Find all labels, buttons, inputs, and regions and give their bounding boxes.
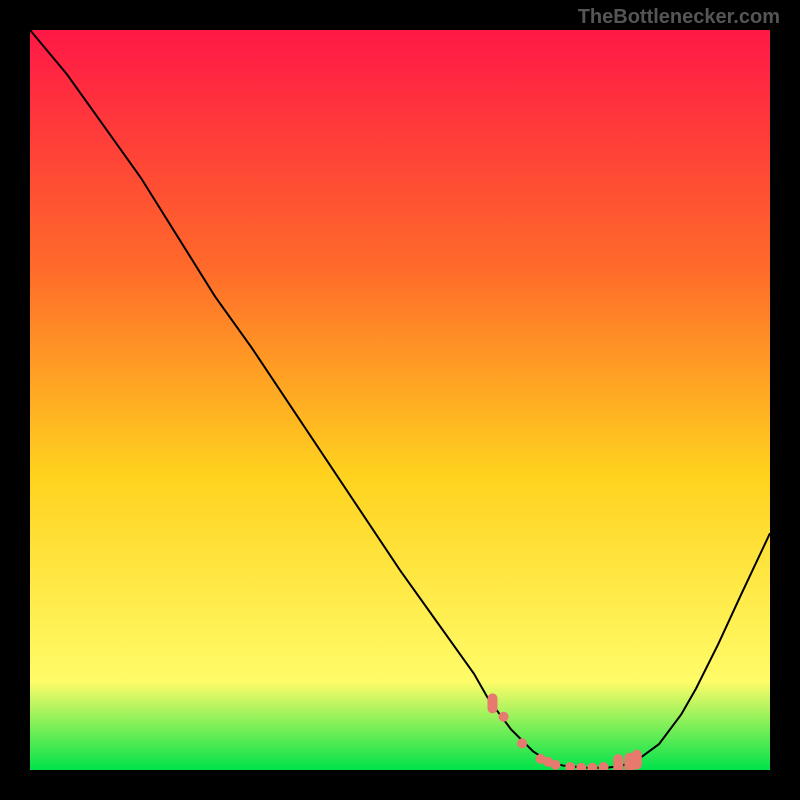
marker-dot [499, 712, 509, 722]
marker-dash [488, 693, 498, 713]
chart-container: TheBottlenecker.com [0, 0, 800, 800]
marker-dot [550, 760, 560, 770]
watermark-text: TheBottlenecker.com [578, 6, 780, 29]
chart-svg [30, 30, 770, 770]
marker-dash [613, 754, 623, 770]
gradient-background [30, 30, 770, 770]
marker-dash [632, 750, 642, 770]
marker-dot [517, 738, 527, 748]
plot-area [30, 30, 770, 770]
